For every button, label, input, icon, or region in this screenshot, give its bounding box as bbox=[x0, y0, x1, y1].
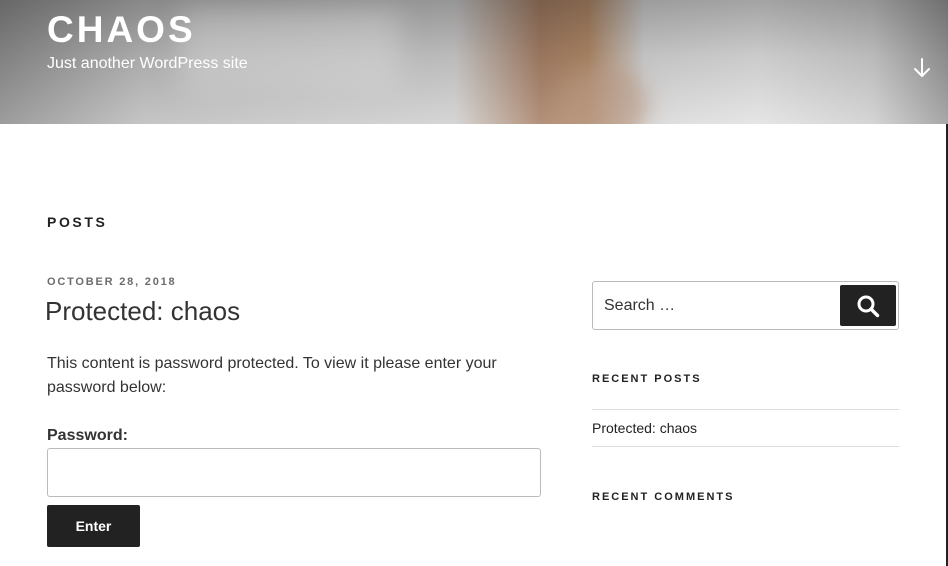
enter-button[interactable]: Enter bbox=[47, 505, 140, 547]
header-image-blur bbox=[560, 70, 650, 124]
post-title[interactable]: Protected: chaos bbox=[45, 294, 240, 328]
site-header: CHAOS Just another WordPress site bbox=[0, 0, 948, 124]
post-content: This content is password protected. To v… bbox=[47, 355, 497, 396]
search-button[interactable] bbox=[840, 285, 896, 326]
header-image-highlight bbox=[180, 10, 400, 90]
password-field[interactable] bbox=[47, 448, 541, 497]
password-label: Password: bbox=[47, 427, 128, 444]
recent-post-link[interactable]: Protected: chaos bbox=[592, 420, 697, 436]
recent-posts-title: RECENT POSTS bbox=[592, 373, 702, 385]
site-title[interactable]: CHAOS bbox=[47, 8, 196, 52]
page: CHAOS Just another WordPress site POSTS … bbox=[0, 0, 948, 566]
page-title: POSTS bbox=[47, 214, 108, 230]
list-item: Protected: chaos bbox=[592, 410, 899, 446]
site-description: Just another WordPress site bbox=[47, 55, 248, 72]
search-form bbox=[592, 281, 899, 330]
recent-posts-list: Protected: chaos bbox=[592, 409, 899, 447]
recent-comments-title: RECENT COMMENTS bbox=[592, 491, 735, 503]
search-icon bbox=[857, 295, 880, 317]
arrow-down-icon[interactable] bbox=[908, 56, 936, 82]
post-date-link[interactable]: OCTOBER 28, 2018 bbox=[47, 274, 176, 290]
